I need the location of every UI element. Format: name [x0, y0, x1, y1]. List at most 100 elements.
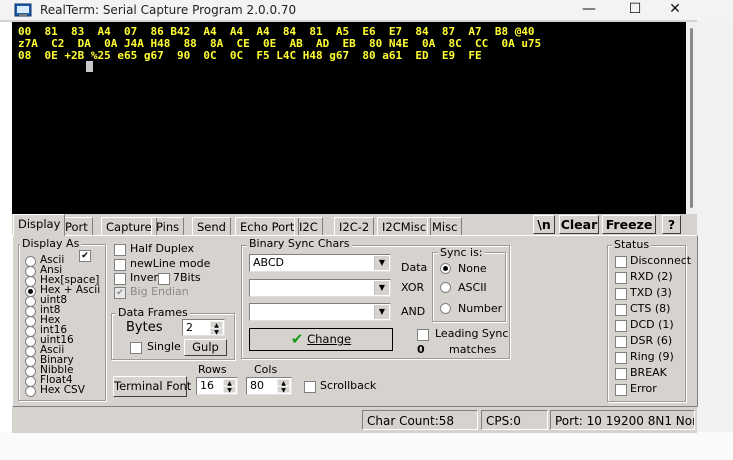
status-indicator: [615, 352, 627, 364]
status-indicator: [615, 368, 627, 380]
tab-i2c-2[interactable]: I2C-2: [334, 217, 375, 236]
big-endian-label: Big Endian: [130, 285, 189, 298]
half-duplex-checkbox[interactable]: [114, 244, 126, 256]
chevron-down-icon[interactable]: ▼: [374, 305, 389, 319]
tab-capture[interactable]: Capture: [101, 217, 157, 236]
terminal-scrollbar[interactable]: [686, 22, 697, 214]
change-button[interactable]: ✔ Change: [249, 328, 393, 351]
sync-and-combo[interactable]: ▼: [249, 303, 391, 321]
terminal-font-button[interactable]: Terminal Font: [113, 376, 191, 397]
leading-sync-checkbox[interactable]: [417, 329, 429, 341]
status-indicator: [615, 288, 627, 300]
cols-spinner[interactable]: 80 ▲ ▼: [246, 377, 292, 395]
bytes-spin-buttons[interactable]: ▲ ▼: [210, 321, 223, 336]
rows-value: 16: [200, 379, 214, 392]
tab-misc[interactable]: Misc: [427, 217, 463, 236]
status-indicator: [615, 384, 627, 396]
newline-mode-label: newLine mode: [130, 257, 211, 270]
cols-label: Cols: [254, 363, 278, 376]
bytes-label: Bytes: [126, 320, 163, 335]
xor-label: XOR: [401, 281, 425, 294]
status-label: Error: [630, 382, 657, 395]
scrollbar-thumb[interactable]: [690, 28, 693, 208]
status-label: Ring (9): [630, 350, 674, 363]
check-icon: ✔: [290, 330, 304, 348]
status-label: DSR (6): [630, 334, 673, 347]
status-label: DCD (1): [630, 318, 674, 331]
rows-label: Rows: [198, 363, 227, 376]
display-as-checkbox[interactable]: ✔: [79, 250, 91, 262]
match-count: 0: [417, 343, 425, 356]
newline-mode-checkbox[interactable]: [114, 259, 126, 271]
close-button[interactable]: ✕: [652, 0, 698, 20]
data-frames-title: Data Frames: [116, 306, 190, 319]
status-indicator: [615, 336, 627, 348]
status-indicator: [615, 272, 627, 284]
status-title: Status: [612, 238, 652, 251]
cols-spin-buttons[interactable]: ▲ ▼: [277, 379, 290, 394]
sync-number-label: Number: [458, 302, 503, 315]
bytes-value: 2: [186, 321, 193, 334]
sync-ascii-label: ASCII: [458, 281, 487, 294]
binary-sync-title: Binary Sync Chars: [247, 237, 352, 250]
status-indicator[interactable]: [615, 256, 627, 268]
cols-value: 80: [250, 379, 264, 392]
sync-ascii-radio[interactable]: [440, 282, 451, 293]
big-endian-checkbox[interactable]: ✔: [114, 287, 126, 299]
desktop-background-bottom: [0, 432, 733, 460]
app-icon: [14, 2, 32, 18]
window-title: RealTerm: Serial Capture Program 2.0.0.7…: [40, 3, 297, 17]
freeze-button[interactable]: Freeze: [602, 215, 656, 234]
matches-label: matches: [449, 343, 497, 356]
half-duplex-label: Half Duplex: [130, 242, 195, 255]
tab-i2cmisc[interactable]: I2CMisc: [377, 217, 432, 236]
scrollback-checkbox[interactable]: [304, 381, 316, 393]
sync-number-radio[interactable]: [440, 303, 451, 314]
sync-data-combo[interactable]: ABCD ▼: [249, 254, 391, 272]
sync-is-title: Sync is:: [438, 246, 485, 259]
seven-bits-label: 7Bits: [173, 271, 201, 284]
minimize-button[interactable]: —: [566, 0, 612, 20]
tab-send[interactable]: Send: [192, 217, 231, 236]
tab-i2c[interactable]: I2C: [294, 217, 323, 236]
status-label: Disconnect: [630, 254, 692, 267]
title-bar: RealTerm: Serial Capture Program 2.0.0.7…: [0, 0, 733, 20]
and-label: AND: [401, 305, 426, 318]
single-label: Single: [147, 340, 181, 353]
bytes-spinner[interactable]: 2 ▲ ▼: [182, 319, 225, 336]
sync-data-value: ABCD: [253, 256, 285, 269]
sync-none-radio[interactable]: [440, 263, 451, 274]
rows-spinner[interactable]: 16 ▲ ▼: [196, 377, 238, 395]
chevron-down-icon[interactable]: ▼: [374, 256, 389, 270]
gulp-button[interactable]: Gulp: [184, 339, 227, 356]
status-label: RXD (2): [630, 270, 673, 283]
sync-none-label: None: [458, 262, 487, 275]
terminal-display[interactable]: 00 81 83 A4 07 86 B42 A4 A4 A4 84 81 A5 …: [12, 22, 686, 214]
display-as-radio[interactable]: [25, 386, 36, 397]
char-count: Char Count:58: [362, 410, 478, 430]
port-readout: Port: 10 19200 8N1 Non: [550, 410, 695, 430]
leading-sync-label: Leading Sync: [435, 327, 509, 340]
help-button[interactable]: ?: [662, 215, 681, 234]
tab-echo-port[interactable]: Echo Port: [235, 217, 300, 236]
status-indicator: [615, 320, 627, 332]
status-label: CTS (8): [630, 302, 671, 315]
newline-button[interactable]: \n: [533, 215, 555, 234]
tab-pins[interactable]: Pins: [151, 217, 185, 236]
data-label: Data: [401, 261, 428, 274]
invert-checkbox[interactable]: [114, 273, 126, 285]
desktop-background-right: [697, 20, 733, 460]
display-as-title: Display As: [20, 237, 82, 250]
single-checkbox[interactable]: [130, 342, 142, 354]
desktop-background: [0, 22, 12, 460]
sync-xor-combo[interactable]: ▼: [249, 279, 391, 297]
seven-bits-checkbox[interactable]: [158, 273, 170, 285]
status-label: TXD (3): [630, 286, 672, 299]
status-indicator: [615, 304, 627, 316]
change-label: Change: [307, 332, 352, 346]
clear-button[interactable]: Clear: [559, 215, 599, 234]
terminal-cursor: [86, 61, 93, 72]
tab-display[interactable]: Display: [13, 214, 66, 236]
chevron-down-icon[interactable]: ▼: [374, 281, 389, 295]
rows-spin-buttons[interactable]: ▲ ▼: [223, 379, 236, 394]
